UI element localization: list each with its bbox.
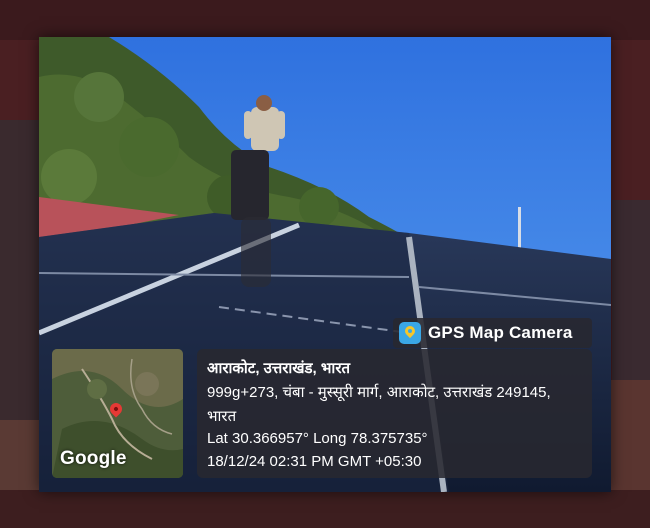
location-info-panel: आराकोट, उत्तराखंड, भारत 999g+273, चंबा -…: [197, 349, 592, 478]
address-country: भारत: [207, 408, 237, 425]
gps-map-camera-badge: GPS Map Camera: [393, 318, 592, 348]
google-logo: Google: [60, 448, 127, 469]
app-name: GPS Map Camera: [428, 323, 573, 342]
map-pin-camera-icon: [399, 322, 421, 344]
map-thumbnail: Google: [52, 349, 183, 478]
place-title: आराकोट, उत्तराखंड, भारत: [207, 360, 351, 377]
timestamp: 18/12/24 02:31 PM GMT +05:30: [207, 453, 422, 470]
address-line: 999g+273, चंबा - मुस्सूरी मार्ग, आराकोट,…: [207, 384, 551, 401]
coordinates: Lat 30.366957° Long 78.375735°: [207, 430, 428, 447]
